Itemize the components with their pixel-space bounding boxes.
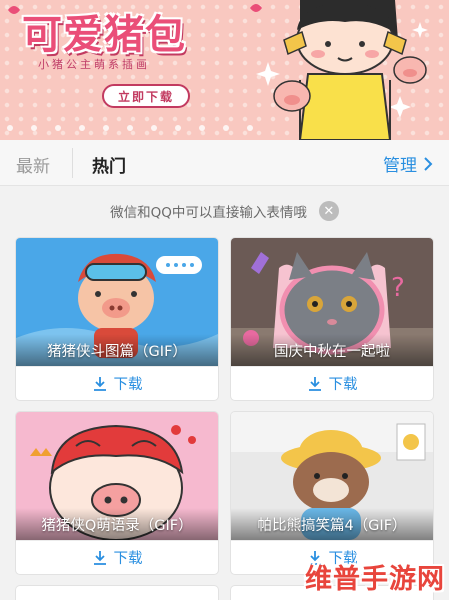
card-title: 帕比熊搞笑篇4（GIF） bbox=[231, 508, 433, 540]
sticker-card[interactable]: 帕比熊搞笑篇4（GIF） 下载 bbox=[231, 412, 433, 574]
card-title: 猪猪侠Q萌语录（GIF） bbox=[16, 508, 218, 540]
notice-text: 微信和QQ中可以直接输入表情哦 bbox=[110, 205, 307, 221]
download-label: 下载 bbox=[113, 377, 143, 393]
chevron-right-icon bbox=[424, 156, 433, 171]
tab-bar: 最新 热门 管理 bbox=[0, 140, 449, 186]
watermark: 维普手游网 bbox=[305, 564, 445, 595]
card-thumbnail[interactable]: 猪猪侠Q萌语录（GIF） bbox=[16, 412, 218, 540]
sticker-card[interactable]: 猪猪侠斗图篇（GIF） 下载 bbox=[16, 238, 218, 400]
close-icon[interactable]: ✕ bbox=[318, 201, 339, 221]
card-title: 国庆中秋在一起啦 bbox=[231, 334, 433, 366]
card-title: 猪猪侠斗图篇（GIF） bbox=[16, 334, 218, 366]
promo-banner[interactable]: 可爱猪包 小猪公主萌系插画 立即下载 bbox=[0, 0, 449, 140]
sticker-card-partial[interactable] bbox=[16, 586, 218, 600]
banner-subtitle: 小猪公主萌系插画 bbox=[38, 58, 150, 71]
tab-hot[interactable]: 热门 bbox=[92, 152, 126, 177]
manage-label: 管理 bbox=[383, 156, 417, 176]
tab-recent[interactable]: 最新 bbox=[16, 152, 50, 177]
banner-scallop bbox=[7, 125, 253, 131]
download-label: 下载 bbox=[328, 377, 358, 393]
notice-bar: 微信和QQ中可以直接输入表情哦 ✕ bbox=[0, 196, 449, 226]
sticker-card[interactable]: 猪猪侠Q萌语录（GIF） 下载 bbox=[16, 412, 218, 574]
download-icon bbox=[93, 550, 106, 565]
card-thumbnail[interactable]: ? 国庆中秋在一起啦 bbox=[231, 238, 433, 366]
download-icon bbox=[93, 376, 106, 391]
tab-divider bbox=[72, 148, 73, 178]
download-label: 下载 bbox=[113, 551, 143, 567]
manage-button[interactable]: 管理 bbox=[383, 151, 433, 176]
download-button[interactable]: 下载 bbox=[16, 540, 218, 574]
banner-title: 可爱猪包 bbox=[22, 12, 186, 58]
card-thumbnail[interactable]: 猪猪侠斗图篇（GIF） bbox=[16, 238, 218, 366]
sticker-card[interactable]: ? 国庆中秋在一起啦 下载 bbox=[231, 238, 433, 400]
card-thumbnail[interactable]: 帕比熊搞笑篇4（GIF） bbox=[231, 412, 433, 540]
download-button[interactable]: 下载 bbox=[16, 366, 218, 400]
download-icon bbox=[308, 376, 321, 391]
banner-download-button[interactable]: 立即下载 bbox=[102, 84, 190, 108]
svg-text:?: ? bbox=[391, 273, 405, 303]
download-button[interactable]: 下载 bbox=[231, 366, 433, 400]
